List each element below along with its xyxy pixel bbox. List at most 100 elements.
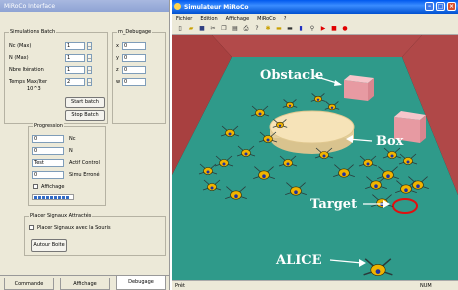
play-icon[interactable]: ▶ <box>319 25 327 33</box>
num-lock-indicator: NUM <box>420 283 432 289</box>
menu-fichier[interactable]: Fichier <box>176 16 192 23</box>
simulation-viewport[interactable]: Obstacle Box Target ALICE <box>172 35 458 280</box>
simu-errone-label: Simu Erroné <box>69 172 100 178</box>
time-max-label: Temps Max/Iter <box>9 79 48 85</box>
paste-icon[interactable]: ▤ <box>231 25 239 33</box>
signals-group: Placer Signaux Attractés Placer Signaux … <box>24 213 166 256</box>
minimize-icon[interactable]: – <box>425 2 434 11</box>
simulator-window: Simulateur MiRoCo – □ × Fichier Edition … <box>172 0 458 290</box>
stop-tool-icon[interactable]: ▮ <box>297 25 305 33</box>
iteration-label: Nbre Itération <box>9 67 44 73</box>
alice-label: ALICE <box>275 253 322 268</box>
nc-max-spinner[interactable] <box>87 42 92 50</box>
progress-n-label: N <box>69 148 73 154</box>
place-signals-checkbox[interactable] <box>29 225 34 230</box>
signals-legend: Placer Signaux Attractés <box>29 213 93 219</box>
progress-block <box>50 196 53 199</box>
progress-block <box>46 196 49 199</box>
time-max-input[interactable]: 2 <box>65 78 85 86</box>
open-folder-icon[interactable]: ▰ <box>187 25 195 33</box>
debug-z-label: z <box>116 67 119 73</box>
menu-bar: Fichier Edition Affichage MiRoCo ? <box>172 14 458 23</box>
debug-group: m_Debugage x 0 y 0 z 0 w 0 <box>112 29 166 124</box>
n-max-input[interactable]: 1 <box>65 54 85 62</box>
stop-icon[interactable]: ■ <box>330 25 338 33</box>
record-icon[interactable]: ● <box>341 25 349 33</box>
simulator-titlebar: Simulateur MiRoCo – □ × <box>172 0 458 14</box>
obstacle-tool-icon[interactable]: ▬ <box>286 25 294 33</box>
close-icon[interactable]: × <box>447 2 456 11</box>
batch-group: Simulations Batch Nc (Max) 1 N (Max) 1 N… <box>4 29 108 124</box>
menu-edition[interactable]: Edition <box>200 16 217 23</box>
tab-debugage[interactable]: Debugage <box>116 276 166 290</box>
debug-y-input[interactable]: 0 <box>122 54 146 62</box>
toolbar: ▯ ▰ ■ ✂ ❐ ▤ ⎙ ? ✱ ▬ ▬ ▮ ⚲ ▶ ■ ● <box>172 23 458 35</box>
iteration-spinner[interactable] <box>87 66 92 74</box>
simulator-title: Simulateur MiRoCo <box>184 4 249 11</box>
status-text: Prêt <box>175 283 185 289</box>
box-label: Box <box>376 134 404 149</box>
status-bar: Prêt NUM <box>172 280 458 290</box>
menu-miroco[interactable]: MiRoCo <box>257 16 276 23</box>
time-max-spinner[interactable] <box>87 78 92 86</box>
progress-block <box>34 196 37 199</box>
maximize-icon[interactable]: □ <box>436 2 445 11</box>
n-max-label: N (Max) <box>9 55 29 61</box>
start-batch-button[interactable]: Start batch <box>65 97 105 108</box>
tab-commande[interactable]: Commande <box>4 278 54 290</box>
n-max-spinner[interactable] <box>87 54 92 62</box>
zoom-icon[interactable]: ⚲ <box>308 25 316 33</box>
tab-bar: Commande Affichage Debugage <box>0 275 170 290</box>
debug-legend: m_Debugage <box>117 29 153 35</box>
progress-nc-label: Nc <box>69 136 76 142</box>
progression-legend: Progression <box>33 123 64 129</box>
debug-x-input[interactable]: 0 <box>122 42 146 50</box>
help-icon[interactable]: ? <box>253 25 261 33</box>
print-icon[interactable]: ⎙ <box>242 25 250 33</box>
place-signals-label: Placer Signaux avec la Souris <box>37 225 111 231</box>
progress-n-field: 0 <box>32 147 64 155</box>
progression-group: Progression 0 Nc 0 N Test Actif Control … <box>28 123 106 206</box>
obstacle-back <box>344 75 374 101</box>
debug-y-label: y <box>116 55 119 61</box>
tab-affichage[interactable]: Affichage <box>60 278 110 290</box>
progress-block <box>42 196 45 199</box>
box-object <box>269 110 355 154</box>
box-tool-icon[interactable]: ▬ <box>275 25 283 33</box>
progress-block <box>54 196 57 199</box>
interface-title: MiRoCo Interface <box>0 0 169 12</box>
progress-block <box>58 196 61 199</box>
time-unit-label: 10^3 <box>27 86 41 92</box>
progress-block <box>66 196 69 199</box>
new-file-icon[interactable]: ▯ <box>176 25 184 33</box>
debug-w-input[interactable]: 0 <box>122 78 146 86</box>
cut-icon[interactable]: ✂ <box>209 25 217 33</box>
menu-affichage[interactable]: Affichage <box>226 16 250 23</box>
progress-block <box>62 196 65 199</box>
batch-legend: Simulations Batch <box>9 29 57 35</box>
debug-w-label: w <box>116 79 121 85</box>
scene-canvas: Obstacle Box Target ALICE <box>172 35 458 280</box>
autour-boite-button[interactable]: Autour Boite <box>31 239 67 252</box>
progress-bar <box>32 194 74 200</box>
back-wall <box>212 35 422 57</box>
stop-batch-button[interactable]: Stop Batch <box>65 110 105 121</box>
nc-max-input[interactable]: 1 <box>65 42 85 50</box>
affichage-label: Affichage <box>41 184 65 190</box>
nc-max-label: Nc (Max) <box>9 43 32 49</box>
debug-x-label: x <box>116 43 119 49</box>
target-label: Target <box>310 197 357 212</box>
save-icon[interactable]: ■ <box>198 25 206 33</box>
progress-block <box>38 196 41 199</box>
robot-icon[interactable]: ✱ <box>264 25 272 33</box>
interface-window: MiRoCo Interface Simulations Batch Nc (M… <box>0 0 170 290</box>
affichage-checkbox[interactable] <box>33 184 38 189</box>
obstacle-label: Obstacle <box>260 68 323 83</box>
progress-test-field: Test <box>32 159 64 167</box>
copy-icon[interactable]: ❐ <box>220 25 228 33</box>
menu-help[interactable]: ? <box>284 16 287 23</box>
actif-control-label: Actif Control <box>69 160 100 166</box>
progress-simu-field: 0 <box>32 171 64 179</box>
debug-z-input[interactable]: 0 <box>122 66 146 74</box>
iteration-input[interactable]: 1 <box>65 66 85 74</box>
